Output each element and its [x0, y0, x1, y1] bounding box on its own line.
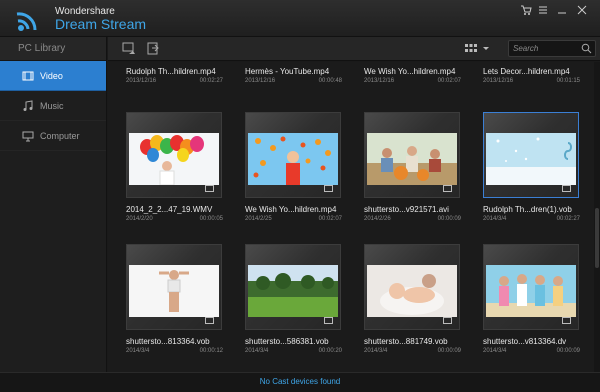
video-duration: 00:00:09 [556, 348, 580, 354]
video-date: 2014/3/4 [483, 216, 507, 222]
search-icon[interactable] [581, 43, 592, 54]
video-thumbnail[interactable] [483, 244, 579, 330]
video-thumbnail[interactable] [126, 244, 222, 330]
video-name: shuttersto...586381.vob [245, 337, 329, 346]
minimize-icon[interactable] [556, 4, 568, 16]
video-duration: 00:02:27 [199, 78, 223, 84]
thumbnail-image-friends [486, 265, 576, 317]
video-thumbnail[interactable] [245, 244, 341, 330]
video-thumbnail[interactable] [483, 112, 579, 198]
search-box[interactable] [508, 40, 596, 57]
video-name: Lets Decor...hildren.mp4 [483, 67, 570, 76]
video-grid: Rudolph Th...hildren.mp4 2013/12/16 00:0… [108, 62, 594, 372]
video-duration: 00:01:15 [556, 78, 580, 84]
sidebar-header: PC Library [0, 37, 106, 61]
grid-view-icon[interactable] [464, 42, 478, 55]
video-thumbnail[interactable] [364, 112, 460, 198]
video-name: shuttersto...813364.vob [126, 337, 210, 346]
video-name: shuttersto...v921571.avi [364, 205, 449, 214]
video-duration: 00:00:48 [318, 78, 342, 84]
video-duration: 00:02:07 [437, 78, 461, 84]
video-duration: 00:00:09 [437, 216, 461, 222]
video-name: We Wish Yo...hildren.mp4 [364, 67, 456, 76]
video-date: 2013/12/16 [483, 78, 514, 84]
thumbnail-image-leaves [248, 133, 338, 185]
video-name: Rudolph Th...dren(1).vob [483, 205, 572, 214]
cast-icon[interactable] [443, 185, 452, 192]
video-thumbnail[interactable] [245, 112, 341, 198]
video-date: 2014/2/20 [126, 216, 153, 222]
thumbnail-image-family [367, 133, 457, 185]
cast-icon[interactable] [324, 317, 333, 324]
menu-icon[interactable] [537, 4, 549, 16]
status-bar: No Cast devices found [0, 372, 600, 392]
thumbnail-image-snow [486, 133, 576, 185]
cast-icon[interactable] [443, 317, 452, 324]
scrollbar-thumb[interactable] [595, 208, 599, 268]
video-name: 2014_2_2...47_19.WMV [126, 205, 213, 214]
toolbar [108, 37, 600, 61]
monitor-icon [22, 131, 34, 142]
video-date: 2013/12/16 [126, 78, 157, 84]
cast-status: No Cast devices found [259, 377, 341, 386]
video-duration: 00:00:12 [199, 348, 223, 354]
video-duration: 00:00:09 [437, 348, 461, 354]
thumbnail-image-fitness [129, 265, 219, 317]
cart-icon[interactable] [520, 4, 532, 16]
cast-icon[interactable] [205, 317, 214, 324]
video-duration: 00:00:20 [318, 348, 342, 354]
title-bar: Wondershare Dream Stream [0, 0, 600, 37]
cast-screen-icon[interactable] [122, 42, 136, 55]
video-date: 2014/3/4 [364, 348, 388, 354]
thumbnail-image-baby [367, 265, 457, 317]
wifi-logo-icon [16, 12, 37, 31]
import-icon[interactable] [146, 42, 160, 55]
chevron-down-icon[interactable] [482, 42, 490, 55]
sidebar-item-computer[interactable]: Computer [0, 121, 106, 151]
video-name: Rudolph Th...hildren.mp4 [126, 67, 216, 76]
thumbnail-image-balloons [129, 133, 219, 185]
video-date: 2014/3/4 [126, 348, 150, 354]
cast-icon[interactable] [562, 185, 571, 192]
video-duration: 00:02:27 [556, 216, 580, 222]
video-date: 2014/3/4 [245, 348, 269, 354]
sidebar-item-label: Video [40, 71, 63, 81]
video-duration: 00:02:07 [318, 216, 342, 222]
scrollbar[interactable] [594, 62, 600, 372]
video-name: shuttersto...881749.vob [364, 337, 448, 346]
video-thumbnail[interactable] [364, 244, 460, 330]
cast-icon[interactable] [205, 185, 214, 192]
brand-product: Dream Stream [55, 16, 147, 32]
cast-icon[interactable] [562, 317, 571, 324]
video-date: 2014/3/4 [483, 348, 507, 354]
video-name: We Wish Yo...hildren.mp4 [245, 205, 337, 214]
film-icon [22, 71, 34, 81]
sidebar-item-music[interactable]: Music [0, 91, 106, 121]
video-duration: 00:00:05 [199, 216, 223, 222]
music-note-icon [23, 100, 33, 111]
video-date: 2013/12/16 [364, 78, 395, 84]
video-name: Hermès - YouTube.mp4 [245, 67, 330, 76]
sidebar-item-label: Music [40, 101, 64, 111]
thumbnail-image-park [248, 265, 338, 317]
video-date: 2013/12/16 [245, 78, 276, 84]
video-date: 2014/2/25 [245, 216, 272, 222]
video-name: shuttersto...v813364.dv [483, 337, 567, 346]
sidebar-item-video[interactable]: Video [0, 61, 106, 91]
sidebar-item-label: Computer [40, 131, 80, 141]
close-icon[interactable] [576, 4, 588, 16]
cast-icon[interactable] [324, 185, 333, 192]
sidebar: PC Library Video Music Computer [0, 37, 107, 372]
video-thumbnail[interactable] [126, 112, 222, 198]
search-input[interactable] [513, 42, 577, 55]
video-date: 2014/2/26 [364, 216, 391, 222]
